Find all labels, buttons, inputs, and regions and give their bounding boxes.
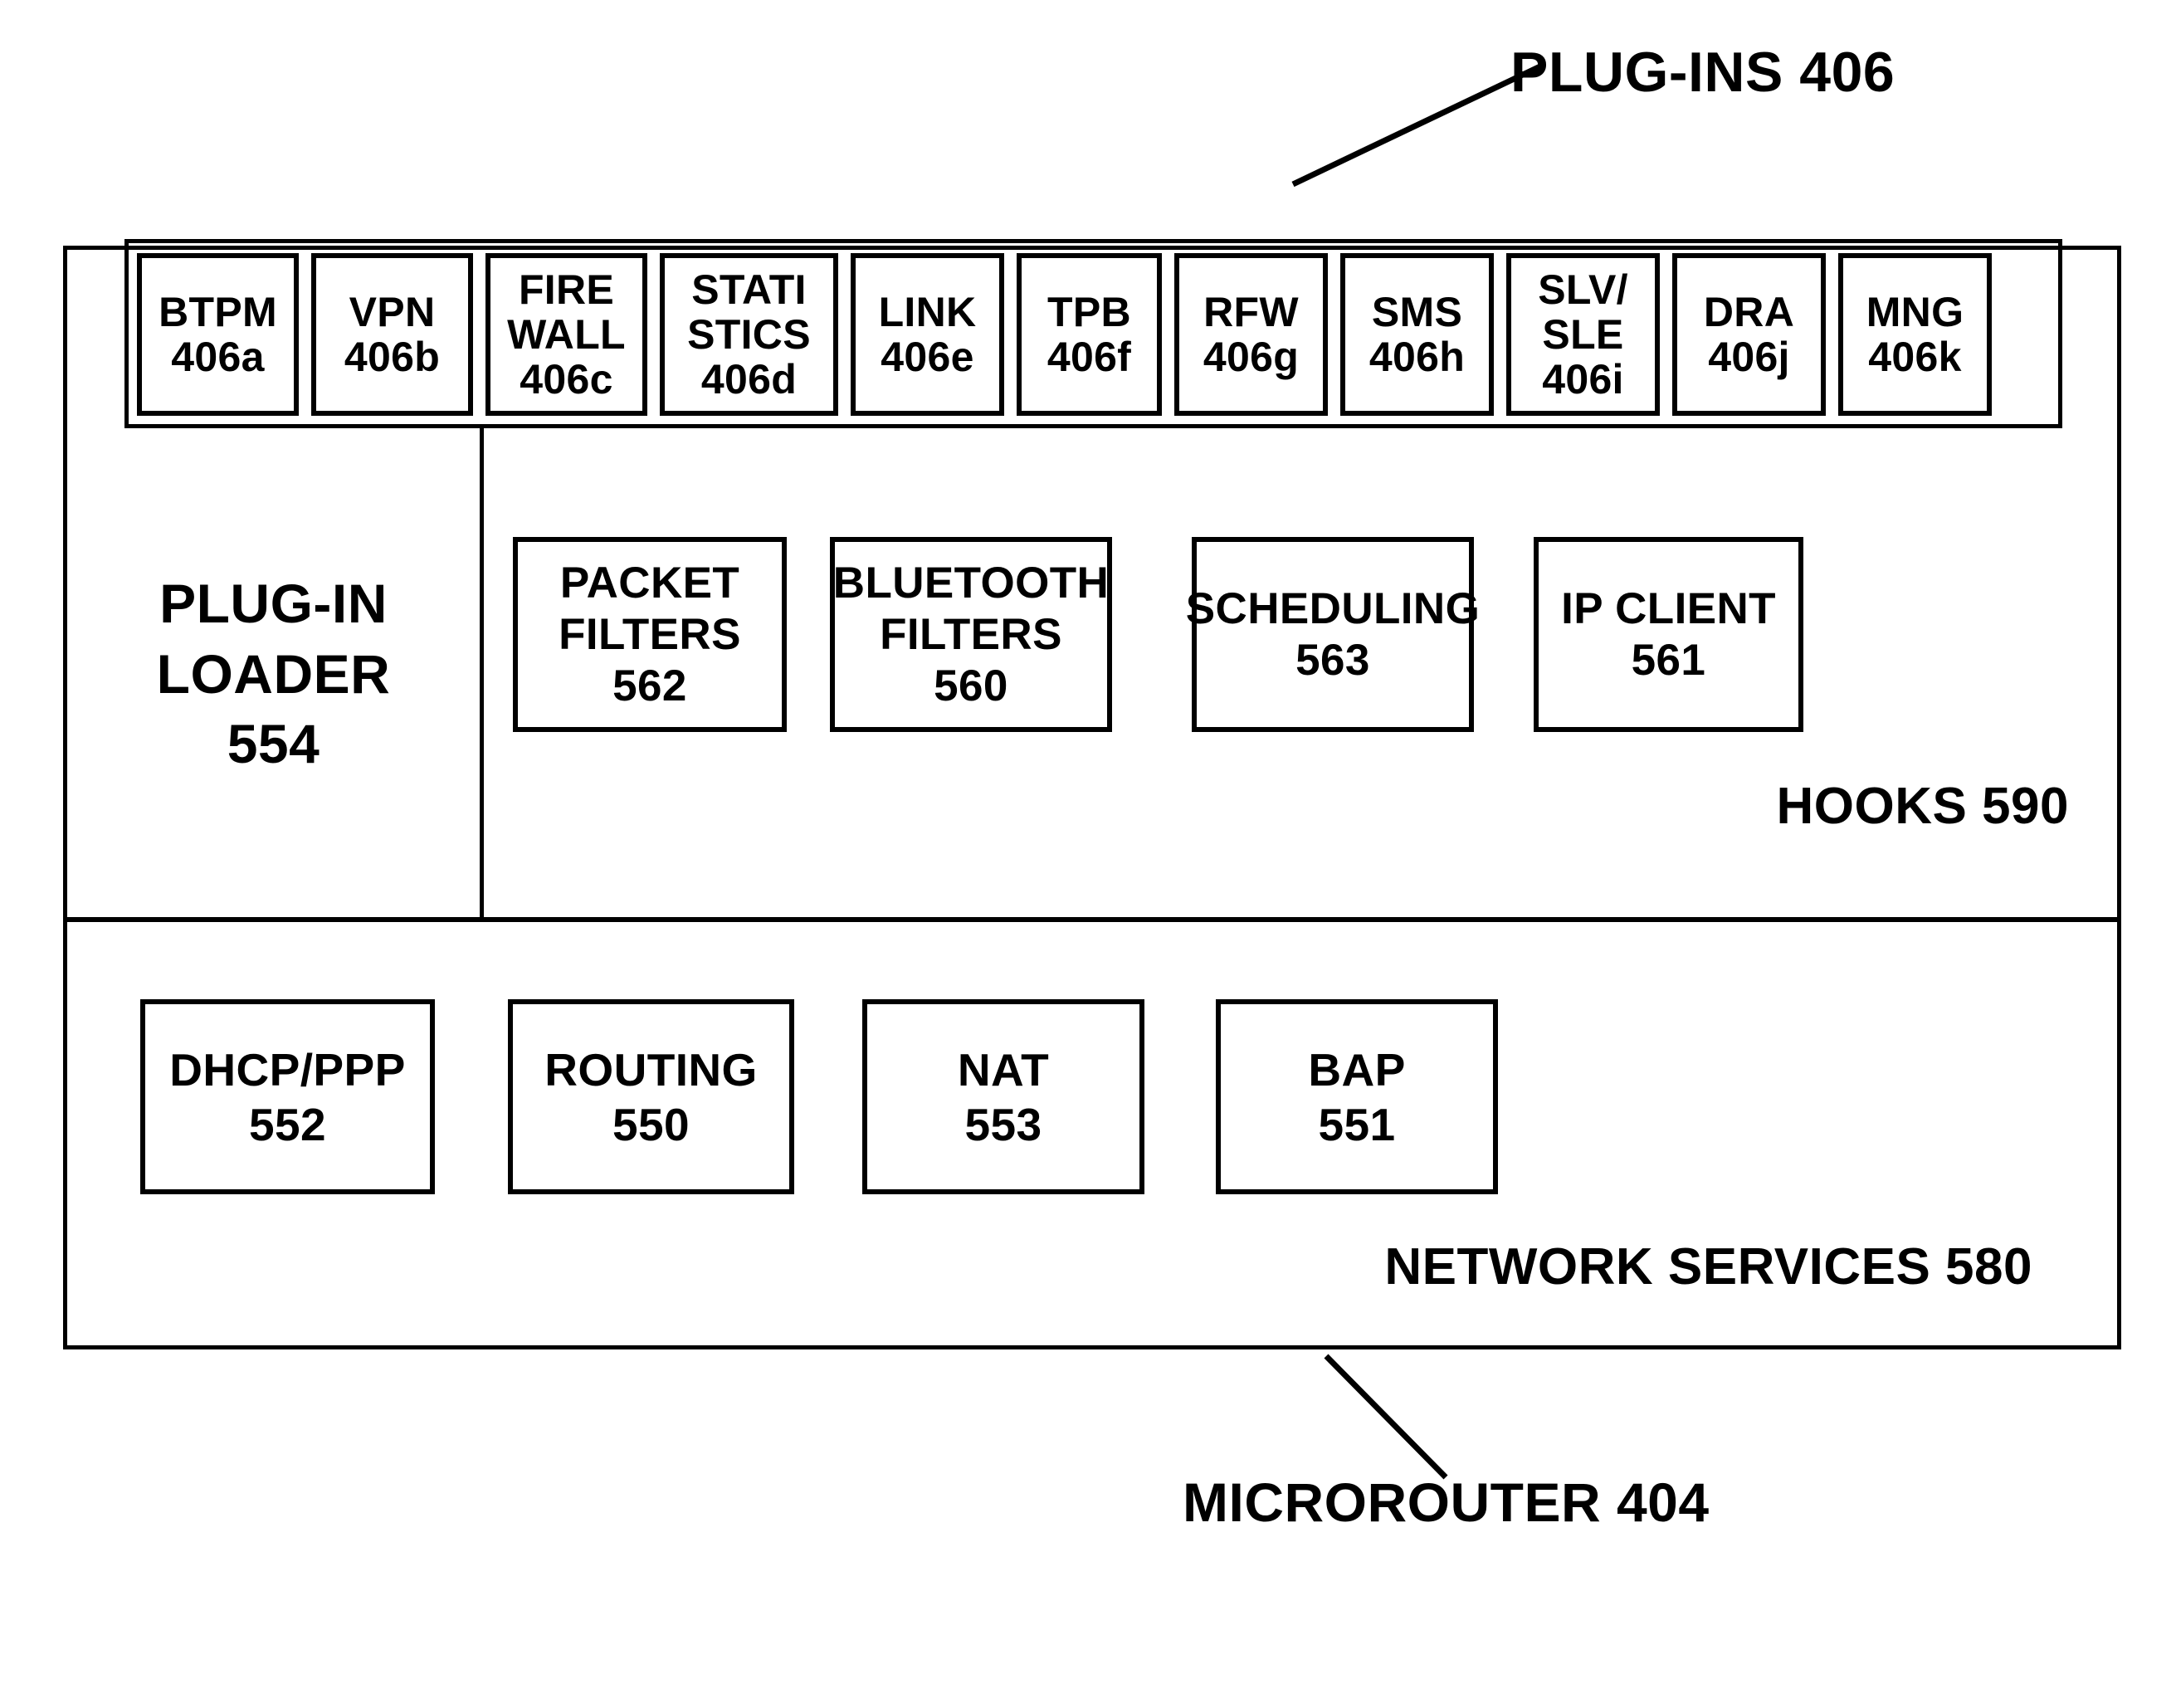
box-reference-number: 563 — [1295, 635, 1370, 685]
box-label-line: LINK — [878, 289, 977, 335]
box-label-line: BAP — [1308, 1043, 1406, 1096]
box-label-line: FIRE — [518, 266, 615, 313]
hooks-region-label: HOOKS 590 — [1776, 778, 2069, 835]
box-label-line: FILTERS — [880, 609, 1062, 659]
box-reference-number: 406i — [1542, 356, 1624, 403]
box-label-line: SMS — [1371, 289, 1463, 335]
box-reference-number: 406k — [1868, 334, 1962, 380]
plugin-loader-line2: LOADER — [156, 642, 391, 705]
box-label-line: RFW — [1203, 289, 1299, 335]
network-service-box[interactable]: NAT 553 — [862, 999, 1144, 1194]
hooks-region: PACKET FILTERS 562 BLUETOOTH FILTERS 560 SCHED… — [484, 432, 2117, 917]
plugin-loader-cell: PLUG-IN LOADER 554 — [67, 428, 480, 920]
network-services-label: NETWORK SERVICES 580 — [1384, 1238, 2032, 1296]
network-service-box[interactable]: BAP 551 — [1216, 999, 1498, 1194]
box-label-line: MNG — [1866, 289, 1964, 335]
box-reference-number: 406g — [1203, 334, 1300, 380]
network-services-box-row: DHCP/PPP 552 ROUTING 550 NAT 553 BAP 551 — [140, 999, 2049, 1194]
box-label-line: NAT — [957, 1043, 1050, 1096]
box-reference-number: 552 — [249, 1098, 326, 1150]
box-reference-number: 560 — [934, 661, 1008, 710]
plugin-box[interactable]: BTPM 406a — [137, 253, 299, 416]
microrouter-callout-label: MICROROUTER 404 — [1183, 1471, 1710, 1533]
box-reference-number: 406h — [1369, 334, 1466, 380]
plugin-box[interactable]: STATI STICS 406d — [660, 253, 838, 416]
box-label-line: BTPM — [159, 289, 277, 335]
box-reference-number: 406c — [520, 356, 613, 403]
box-label-line: FILTERS — [559, 609, 741, 659]
network-services-region: DHCP/PPP 552 ROUTING 550 NAT 553 BAP 551 NETWOR… — [67, 922, 2117, 1345]
box-label-line: SCHEDULING — [1185, 583, 1481, 633]
hook-box[interactable]: PACKET FILTERS 562 — [513, 537, 787, 732]
plugin-box[interactable]: TPB 406f — [1017, 253, 1162, 416]
plugin-loader-line1: PLUG-IN — [159, 573, 388, 635]
box-reference-number: 406d — [700, 356, 798, 403]
box-reference-number: 406f — [1047, 334, 1132, 380]
plugin-box[interactable]: FIRE WALL 406c — [485, 253, 647, 416]
hook-box[interactable]: SCHEDULING 563 — [1186, 537, 1480, 732]
box-label-line: STICS — [687, 311, 811, 358]
box-label-line: WALL — [507, 311, 626, 358]
box-label-line: DRA — [1703, 289, 1795, 335]
box-reference-number: 406b — [344, 334, 441, 380]
box-reference-number: 406a — [171, 334, 265, 380]
box-reference-number: 406e — [881, 334, 974, 380]
hook-box[interactable]: IP CLIENT 561 — [1534, 537, 1803, 732]
box-label-line: IP CLIENT — [1561, 583, 1776, 633]
box-reference-number: 551 — [1318, 1098, 1396, 1150]
plugin-loader-ref: 554 — [227, 713, 320, 775]
box-label-line: TPB — [1047, 289, 1131, 335]
plugins-leader-line — [1291, 61, 1545, 188]
box-reference-number: 561 — [1631, 635, 1706, 685]
microrouter-leader-line — [1324, 1354, 1448, 1480]
network-service-box[interactable]: ROUTING 550 — [508, 999, 794, 1194]
plugins-strip: BTPM 406a VPN 406b FIRE WALL 406c STATI STICS 406… — [124, 239, 2062, 428]
plugin-box[interactable]: DRA 406j — [1672, 253, 1826, 416]
box-label-line: PACKET — [559, 558, 740, 608]
plugins-callout-label: PLUG-INS 406 — [1510, 41, 1895, 104]
box-reference-number: 553 — [964, 1098, 1042, 1150]
hook-box[interactable]: BLUETOOTH FILTERS 560 — [830, 537, 1112, 732]
plugin-box[interactable]: SLV/SLE 406i — [1506, 253, 1660, 416]
hooks-box-row: PACKET FILTERS 562 BLUETOOTH FILTERS 560 SCHED… — [513, 537, 2090, 732]
plugin-box[interactable]: MNG 406k — [1838, 253, 1992, 416]
box-label-line: BLUETOOTH — [832, 558, 1110, 608]
box-reference-number: 550 — [612, 1098, 690, 1150]
box-label-line: VPN — [349, 289, 436, 335]
plugin-box[interactable]: SMS 406h — [1340, 253, 1494, 416]
box-reference-number: 562 — [612, 661, 687, 710]
box-reference-number: 406j — [1708, 334, 1790, 380]
plugin-box[interactable]: RFW 406g — [1174, 253, 1328, 416]
box-label-line: DHCP/PPP — [169, 1043, 406, 1096]
box-label-line: SLV/ — [1538, 266, 1628, 313]
box-label-line: STATI — [691, 266, 807, 313]
box-label-line: SLE — [1542, 311, 1624, 358]
plugin-box[interactable]: VPN 406b — [311, 253, 473, 416]
box-label-line: ROUTING — [544, 1043, 758, 1096]
plugin-box[interactable]: LINK 406e — [851, 253, 1004, 416]
network-service-box[interactable]: DHCP/PPP 552 — [140, 999, 435, 1194]
